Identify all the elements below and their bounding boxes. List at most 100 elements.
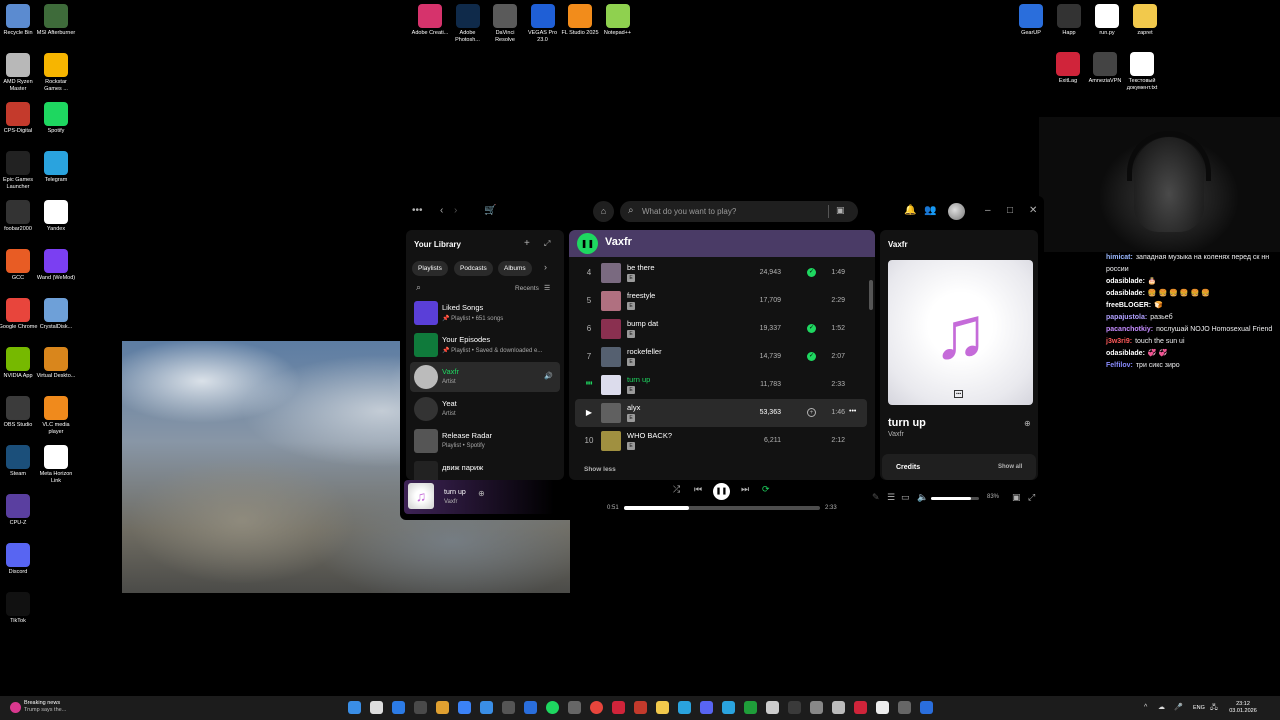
track-title[interactable]: be there [627,263,655,272]
track-row[interactable]: 6 bump dat E 19,337 ✓ 1:52 [575,315,867,343]
telegram-taskbar-icon[interactable] [678,701,691,714]
list-view-icon[interactable]: ☰ [544,284,550,292]
track-row[interactable]: ▶ alyx E 53,363 +1:46 ••• [575,399,867,427]
track-row[interactable]: 5 freestyle E 17,709 2:29 [575,287,867,315]
saved-check-icon[interactable]: ✓ [807,324,816,333]
play-pause-button[interactable]: ❚❚ [713,483,730,500]
chrome-taskbar-icon[interactable] [590,701,603,714]
desktop-left-14[interactable]: NVIDIA App [0,347,38,380]
desktop-right-2[interactable]: run.py [1087,4,1127,37]
track-title[interactable]: rockefeller [627,347,662,356]
spotify-taskbar-icon[interactable] [546,701,559,714]
tray-app-icon[interactable]: ☁ [1158,703,1165,711]
desktop-left-7[interactable]: Telegram [36,151,76,184]
forward-arrow-icon[interactable]: › [454,205,457,216]
file-explorer-icon[interactable] [436,701,449,714]
now-playing-title[interactable]: turn up [444,489,466,496]
avatar[interactable] [948,203,965,220]
track-title[interactable]: bump dat [627,319,658,328]
track-row[interactable]: ▮▮▮ turn up E 11,783 2:33 [575,371,867,399]
task-view-icon[interactable] [392,701,405,714]
desktop-left-20[interactable]: CPU-Z [0,494,38,527]
news-widget[interactable]: Breaking news Trump says the... [24,700,66,714]
track-title[interactable]: turn up [627,375,650,384]
news-widget-icon[interactable] [10,702,21,713]
edge-icon[interactable] [458,701,471,714]
desktop-top-2[interactable]: DaVinci Resolve [485,4,525,44]
track-row[interactable]: 4 be there E 24,943 ✓ 1:49 [575,259,867,287]
maximize-icon[interactable]: □ [1007,205,1013,216]
desktop-top-3[interactable]: VEGAS Pro 23.0 [523,4,563,44]
chat-username[interactable]: himicat: [1106,254,1133,261]
chip-playlists[interactable]: Playlists [412,261,448,276]
desktop-left-6[interactable]: Epic Games Launcher [0,151,38,191]
desktop-right-5[interactable]: AmneziaVPN [1085,52,1125,85]
lyrics-icon[interactable]: ✎ [872,492,880,503]
progress-bar[interactable] [624,506,820,510]
desktop-right-6[interactable]: Текстовый документ.txt [1122,52,1162,92]
next-icon[interactable]: ⏭ [741,484,749,495]
expand-icon[interactable]: ⤢ [544,239,550,249]
chat-username[interactable]: odasiblade: [1106,290,1145,297]
desktop-left-18[interactable]: Steam [0,445,38,478]
steam-taskbar-icon[interactable] [568,701,581,714]
volume-slider[interactable] [931,497,979,500]
copilot-icon[interactable] [414,701,427,714]
track-more-icon[interactable]: ••• [849,408,856,415]
saved-check-icon[interactable]: ✓ [807,268,816,277]
chat-username[interactable]: freeBLOGER: [1106,302,1151,309]
browser-icon[interactable] [656,701,669,714]
library-item[interactable]: Yeat Artist [410,394,560,424]
bell-icon[interactable]: 🔔 [904,205,916,216]
chat-username[interactable]: pacanchotkiy: [1106,326,1153,333]
chat-username[interactable]: odasiblade: [1106,350,1145,357]
panel-track-artist[interactable]: Vaxfr [888,431,904,438]
app-icon[interactable] [810,701,823,714]
app-icon[interactable] [898,701,911,714]
happ-taskbar-icon[interactable] [876,701,889,714]
desktop-left-12[interactable]: Google Chrome [0,298,38,331]
fullscreen-icon[interactable]: ⤢ [1028,492,1035,503]
desktop-right-4[interactable]: ExitLag [1048,52,1088,85]
track-title[interactable]: freestyle [627,291,655,300]
network-icon[interactable]: 🖧 [1210,703,1218,714]
desktop-top-4[interactable]: FL Studio 2025 [560,4,600,37]
desktop-left-15[interactable]: Virtual Deskto... [36,347,76,380]
library-item[interactable]: Vaxfr Artist 🔊 [410,362,560,392]
miniplayer-icon[interactable]: ▣ [1012,492,1021,503]
track-row[interactable]: 7 rockefeller E 14,739 ✓ 2:07 [575,343,867,371]
menu-dots-icon[interactable]: ••• [412,205,423,216]
pause-button[interactable]: ❚❚ [577,233,598,254]
volume-icon[interactable]: 🔈 [917,492,928,503]
app-icon[interactable] [788,701,801,714]
library-item[interactable]: Your Episodes 📌 Playlist • Saved & downlo… [410,330,560,360]
chat-username[interactable]: odasiblade: [1106,278,1145,285]
windows-start-icon[interactable] [348,701,361,714]
tray-chevron-icon[interactable]: ^ [1144,704,1147,711]
add-liked-icon[interactable]: ⊕ [478,489,485,498]
desktop-top-1[interactable]: Adobe Photosh... [448,4,488,44]
desktop-left-17[interactable]: VLC media player [36,396,76,436]
language-indicator[interactable]: ENG [1193,705,1205,711]
back-arrow-icon[interactable]: ‹ [440,205,443,216]
clock[interactable]: 23:12 03.01.2026 [1228,701,1258,715]
add-track-icon[interactable]: + [807,408,816,417]
minecraft-icon[interactable] [744,701,757,714]
desktop-left-8[interactable]: foobar2000 [0,200,38,233]
saved-check-icon[interactable]: ✓ [807,352,816,361]
browse-icon[interactable]: ▣ [836,205,845,216]
library-search-icon[interactable]: ⌕ [416,282,421,293]
app-icon[interactable] [920,701,933,714]
search-icon[interactable] [370,701,383,714]
panel-track-title[interactable]: turn up [888,417,926,429]
desktop-top-0[interactable]: Adobe Creati... [410,4,450,37]
desktop-right-1[interactable]: Happ [1049,4,1089,37]
app-icon[interactable] [766,701,779,714]
plus-icon[interactable]: + [524,238,530,249]
chat-username[interactable]: j3w3ri9: [1106,338,1132,345]
track-row[interactable]: 10 WHO BACK? E 6,211 2:12 [575,427,867,455]
library-item[interactable]: Liked Songs 📌 Playlist • 651 songs [410,298,560,328]
track-title[interactable]: WHO BACK? [627,431,672,440]
vscode-icon[interactable] [524,701,537,714]
desktop-left-4[interactable]: CPS-Digital [0,102,38,135]
